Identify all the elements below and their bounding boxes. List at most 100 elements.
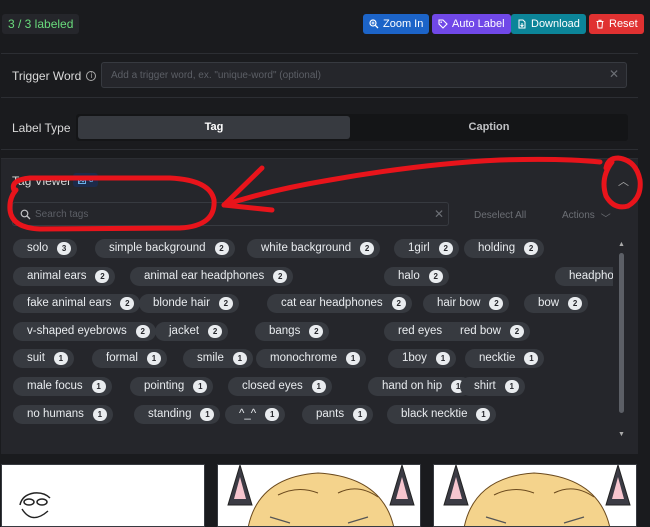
reset-button[interactable]: Reset — [589, 14, 644, 34]
tag-name: solo — [27, 242, 49, 254]
tag-chip[interactable]: closed eyes 1 — [228, 377, 332, 396]
tag-count-badge: 1 — [311, 380, 326, 393]
tag-name: monochrome — [270, 352, 338, 365]
actions-label: Actions — [562, 210, 595, 221]
scrollbar-thumb[interactable] — [619, 253, 624, 413]
tag-chip[interactable]: formal 1 — [92, 349, 167, 369]
tag-count-badge: 2 — [524, 242, 539, 255]
tag-chip[interactable]: standing 1 — [134, 404, 221, 424]
info-icon[interactable]: i — [86, 71, 97, 81]
tag-count-badge: 2 — [309, 324, 324, 338]
tag-chip[interactable]: white background 2 — [247, 239, 381, 258]
tag-count-badge: 2 — [428, 269, 443, 283]
tag-count-badge: 1 — [92, 407, 107, 421]
tag-chip[interactable]: ^_^ 1 — [225, 404, 286, 424]
tag-chip[interactable]: blonde hair 2 — [139, 294, 239, 314]
tag-chip[interactable]: pants 1 — [302, 404, 374, 424]
tag-count-badge: 1 — [524, 352, 539, 366]
tag-name: black necktie — [401, 407, 468, 420]
tag-chip[interactable]: 1boy 1 — [388, 349, 456, 369]
tag-count-badge: 1 — [53, 352, 68, 366]
tag-name: red eyes — [398, 324, 443, 337]
tag-chip[interactable]: animal ear headphones 2 — [130, 266, 294, 286]
tag-chip[interactable]: no humans 1 — [13, 404, 113, 424]
tag-count-badge: 2 — [273, 269, 288, 283]
tag-chip[interactable]: jacket 2 — [155, 321, 229, 341]
deselect-all-button[interactable]: Deselect All — [474, 210, 526, 221]
segment-caption[interactable]: Caption — [352, 116, 626, 139]
thumbnail-sketch-image — [2, 465, 204, 526]
tag-name: white background — [261, 242, 352, 254]
search-icon — [20, 209, 31, 220]
clear-search-icon[interactable]: ✕ — [434, 207, 444, 221]
tag-list-scrollbar[interactable]: ▲ ▼ — [618, 241, 626, 441]
tag-chip[interactable]: necktie 1 — [465, 349, 545, 369]
scroll-up-icon[interactable]: ▲ — [618, 241, 625, 248]
tag-count-badge: 1 — [91, 380, 106, 393]
tag-name: male focus — [27, 380, 83, 392]
tag-name: shirt — [474, 380, 496, 392]
image-thumbnail[interactable] — [1, 464, 205, 527]
tag-name: suit — [27, 352, 45, 365]
tag-name: 1boy — [402, 352, 427, 365]
tag-chip[interactable]: halo 2 — [384, 266, 449, 286]
tag-chip[interactable]: bow 2 — [524, 294, 589, 314]
auto-label-button[interactable]: Auto Label — [432, 14, 511, 34]
tag-name: halo — [398, 269, 420, 282]
tag-count-badge: 2 — [218, 297, 233, 311]
zoom-in-icon — [369, 19, 379, 29]
tag-chip[interactable]: hand on hip 1 — [368, 377, 472, 396]
download-button[interactable]: Download — [511, 14, 586, 34]
download-label: Download — [531, 18, 580, 30]
label-type-segmented-control: Tag Caption — [76, 114, 628, 141]
tag-name: closed eyes — [242, 380, 303, 392]
tag-chip[interactable]: smile 1 — [183, 349, 253, 369]
trash-icon — [596, 19, 604, 29]
trigger-word-input[interactable] — [101, 62, 627, 88]
tag-icon — [438, 19, 448, 29]
tag-chip[interactable]: male focus 1 — [13, 377, 112, 396]
auto-label-label: Auto Label — [452, 18, 505, 30]
label-type-row: Label Type Tag Caption — [1, 106, 638, 150]
tag-chip[interactable]: fake animal ears 2 — [13, 294, 141, 314]
tag-name: formal — [106, 352, 138, 365]
image-thumbnail[interactable] — [433, 464, 637, 527]
tag-chip[interactable]: holding 2 — [464, 239, 545, 258]
tag-chip[interactable]: pointing 1 — [130, 377, 214, 396]
clear-trigger-icon[interactable]: ✕ — [609, 67, 619, 81]
tag-chip[interactable]: monochrome 1 — [256, 349, 367, 369]
tag-chip[interactable]: animal ears 2 — [13, 266, 116, 286]
tag-chip[interactable]: v-shaped eyebrows 2 — [13, 321, 156, 341]
tag-chip[interactable]: 1girl 2 — [394, 239, 459, 258]
tag-name: fake animal ears — [27, 297, 112, 310]
tag-count-badge: 1 — [193, 380, 208, 393]
segment-tag[interactable]: Tag — [78, 116, 350, 139]
tag-viewer-title: Tag Viewer — [12, 174, 72, 188]
zoom-in-label: Zoom In — [383, 18, 424, 30]
tag-chip[interactable]: headphones2 — [555, 266, 613, 286]
tag-chip[interactable]: suit 1 — [13, 349, 74, 369]
image-count-badge: 3 — [73, 173, 99, 187]
tag-chip[interactable]: simple background 2 — [95, 239, 235, 258]
tag-name: smile — [197, 352, 224, 365]
tag-chip[interactable]: solo 3 — [13, 239, 78, 258]
actions-menu[interactable]: Actions ﹀ — [562, 210, 611, 225]
image-thumbnail[interactable] — [217, 464, 421, 527]
zoom-in-button[interactable]: Zoom In — [363, 14, 430, 34]
tag-chip[interactable]: black necktie 1 — [387, 404, 497, 424]
tag-chip[interactable]: hair bow 2 — [423, 294, 510, 314]
thumbnail-anime-image — [218, 465, 420, 526]
tag-list: solo 3 simple background 2 white background 2… — [13, 239, 613, 445]
chevron-up-icon[interactable]: ︿ — [618, 173, 629, 189]
tag-chip[interactable]: bangs 2 — [255, 321, 330, 341]
tag-name: pointing — [144, 380, 185, 392]
tag-chip[interactable]: red bow 2 — [446, 321, 530, 341]
tag-chip[interactable]: cat ear headphones 2 — [267, 294, 412, 314]
tag-chip[interactable]: shirt 1 — [460, 377, 525, 396]
tag-count-badge: 2 — [489, 297, 504, 311]
scroll-down-icon[interactable]: ▼ — [618, 431, 625, 438]
chevron-down-icon: ﹀ — [600, 214, 611, 225]
tag-name: hand on hip — [382, 380, 443, 392]
tag-viewer-panel: Tag Viewer 3 ︿ ✕ Deselect All Actions ﹀ … — [1, 158, 638, 454]
search-tags-input[interactable] — [35, 205, 425, 223]
